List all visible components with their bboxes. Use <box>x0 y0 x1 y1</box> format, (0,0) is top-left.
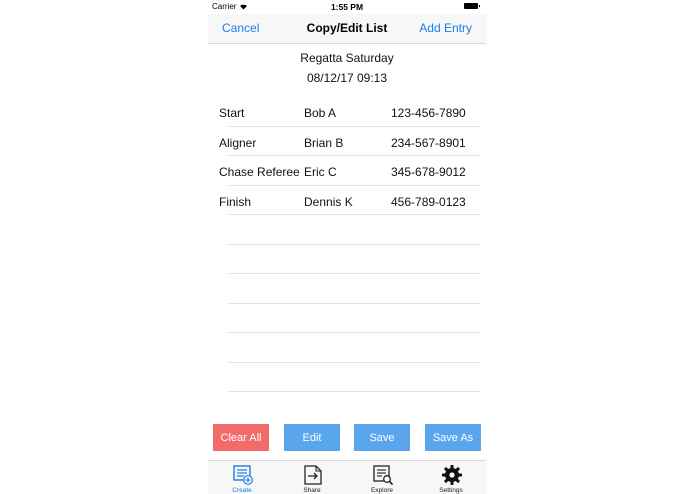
table-row[interactable]: Finish Dennis K 456-789-0123 <box>208 186 486 215</box>
table-row[interactable]: Chase Referee Eric C 345-678-9012 <box>208 156 486 186</box>
entry-role: Chase Referee <box>219 165 300 179</box>
table-row[interactable]: Aligner Brian B 234-567-8901 <box>208 127 486 156</box>
entry-name: Eric C <box>304 165 337 179</box>
tab-share[interactable]: Share <box>292 463 332 494</box>
tab-create[interactable]: Create <box>222 463 262 494</box>
entry-name: Dennis K <box>304 194 353 209</box>
entry-name: Bob A <box>304 106 337 120</box>
entry-role: Finish <box>219 194 252 209</box>
tab-label: Create <box>232 487 252 494</box>
table-row[interactable] <box>208 245 486 274</box>
tab-explore[interactable]: Explore <box>362 463 402 494</box>
entry-role: Start <box>219 106 245 120</box>
status-bar: Carrier 1:55 PM <box>208 0 486 14</box>
table-row[interactable]: Start Bob A 123-456-7890 <box>208 97 486 127</box>
tab-settings[interactable]: Settings <box>431 463 471 494</box>
entry-phone: 123-456-7890 <box>391 106 466 120</box>
table-row[interactable] <box>208 274 486 304</box>
entries-table: Start Bob A 123-456-7890 Aligner Brian B… <box>208 97 486 392</box>
list-date: 08/12/17 09:13 <box>306 71 388 85</box>
table-row[interactable] <box>208 304 486 333</box>
table-row[interactable] <box>208 215 486 245</box>
action-buttons: Clear All Edit Save Save As <box>208 424 486 451</box>
table-row[interactable] <box>208 333 486 363</box>
share-icon <box>304 465 322 485</box>
tab-label: Settings <box>439 487 463 494</box>
navigation-bar: Cancel Copy/Edit List Add Entry <box>208 14 486 44</box>
settings-icon <box>442 465 462 485</box>
save-as-button[interactable]: Save As <box>425 424 481 451</box>
entry-role: Aligner <box>219 135 257 150</box>
save-button[interactable]: Save <box>354 424 410 451</box>
table-row[interactable] <box>208 363 486 392</box>
entry-phone: 234-567-8901 <box>391 135 466 150</box>
entry-name: Brian B <box>304 135 344 150</box>
tab-label: Share <box>303 487 321 494</box>
add-entry-button[interactable]: Add Entry <box>419 21 472 35</box>
phone-screen: Carrier 1:55 PM Cancel Copy/Edit List Ad… <box>208 0 486 494</box>
edit-button[interactable]: Edit <box>284 424 340 451</box>
entry-phone: 345-678-9012 <box>391 165 466 179</box>
clear-all-button[interactable]: Clear All <box>213 424 269 451</box>
row-divider <box>228 391 480 392</box>
create-list-icon <box>233 465 253 485</box>
tab-bar: Create Share Explore Settings <box>208 460 486 494</box>
explore-icon <box>373 465 394 486</box>
entry-phone: 456-789-0123 <box>391 194 466 209</box>
tab-label: Explore <box>370 487 394 494</box>
battery-icon <box>464 3 480 9</box>
list-name: Regatta Saturday <box>300 51 394 65</box>
status-time: 1:55 PM <box>330 2 364 12</box>
